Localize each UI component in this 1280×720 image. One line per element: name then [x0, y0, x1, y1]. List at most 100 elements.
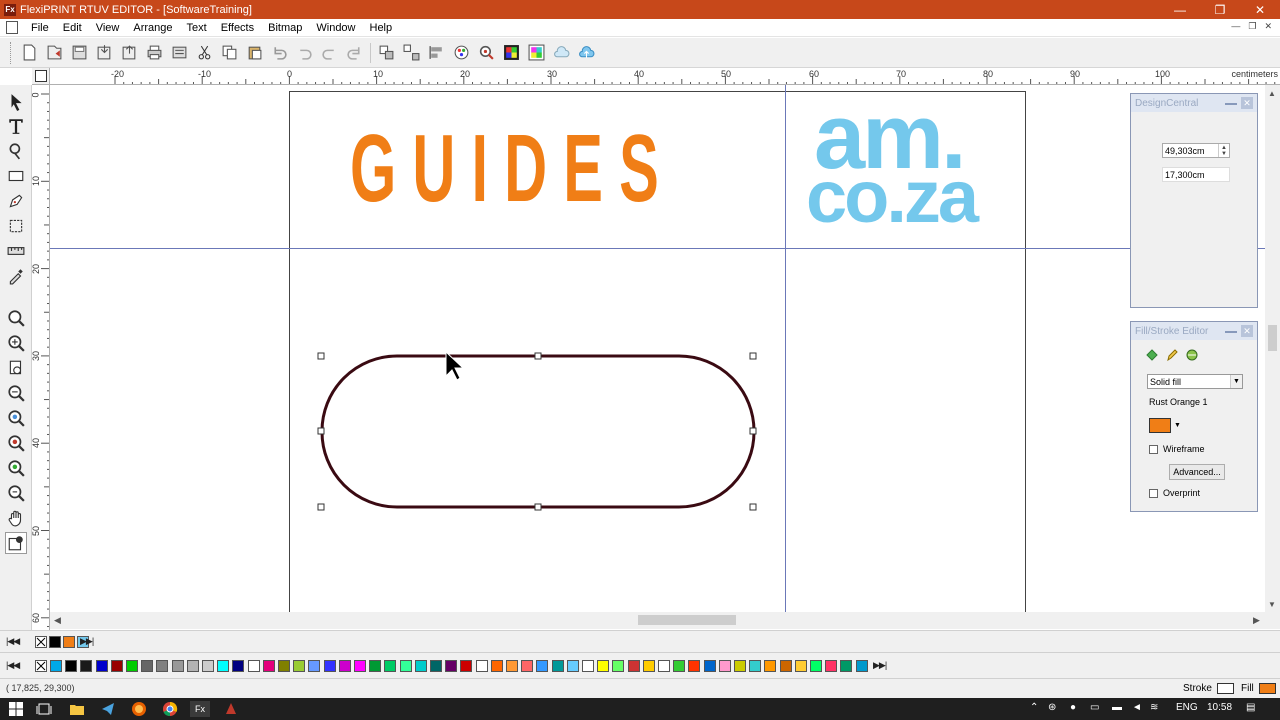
scroll-right-icon[interactable]: ▶: [1253, 615, 1260, 626]
clock[interactable]: 10:58: [1207, 702, 1232, 713]
palette-swatch[interactable]: [582, 660, 594, 672]
palette-swatch[interactable]: [506, 660, 518, 672]
recent-color-swatch[interactable]: [63, 636, 75, 648]
undo-list-icon[interactable]: [294, 42, 316, 64]
color-picker-button[interactable]: ▼: [1149, 416, 1187, 434]
import-icon[interactable]: [94, 42, 116, 64]
palette-swatch[interactable]: [430, 660, 442, 672]
menu-view[interactable]: View: [89, 22, 127, 34]
guides-logo[interactable]: GUIDES: [350, 121, 710, 217]
am-co-za-logo[interactable]: am. co.za: [806, 87, 1006, 237]
zoom-all-icon[interactable]: [5, 407, 27, 429]
recent-color-swatch[interactable]: [49, 636, 61, 648]
eyedropper-tool-icon[interactable]: [5, 265, 27, 287]
app-taskbar-icon[interactable]: [223, 701, 239, 717]
palette-swatch[interactable]: [536, 660, 549, 672]
color-wheel-icon[interactable]: [451, 42, 473, 64]
toolbar-grip[interactable]: [10, 41, 13, 64]
cloud-upload-icon[interactable]: [576, 42, 598, 64]
palette-nav-last-icon[interactable]: ▶▶|: [873, 660, 887, 671]
palette-swatch[interactable]: [171, 660, 184, 672]
height-field[interactable]: 17,300cm: [1162, 167, 1230, 182]
messenger-icon[interactable]: [100, 701, 116, 717]
crop-tool-icon[interactable]: [5, 215, 27, 237]
palette-swatch[interactable]: [65, 660, 78, 672]
palette-swatch[interactable]: [247, 660, 260, 672]
chrome-icon[interactable]: [162, 701, 178, 717]
palette-swatch[interactable]: [673, 660, 686, 672]
production-manager-icon[interactable]: [169, 42, 191, 64]
width-field[interactable]: 49,303cm ▲ ▼: [1162, 143, 1230, 158]
palette-swatch[interactable]: [718, 660, 731, 672]
no-color-swatch[interactable]: [35, 660, 47, 672]
palette-swatch[interactable]: [749, 660, 762, 672]
zoom-previous-icon[interactable]: [5, 457, 27, 479]
overprint-checkbox[interactable]: Overprint: [1149, 488, 1200, 498]
task-view-icon[interactable]: [36, 701, 52, 717]
color-separation-icon[interactable]: [501, 42, 523, 64]
palette-swatch[interactable]: [50, 660, 62, 672]
chevron-down-icon[interactable]: ▼: [1230, 375, 1242, 388]
copy-icon[interactable]: [219, 42, 241, 64]
document-icon[interactable]: [6, 21, 18, 34]
palette-swatch[interactable]: [354, 660, 366, 672]
windows-start-icon[interactable]: [8, 701, 24, 717]
vertical-scroll-thumb[interactable]: [1268, 325, 1277, 351]
zoom-selected-icon[interactable]: [5, 432, 27, 454]
palette-swatch[interactable]: [627, 660, 640, 672]
save-icon[interactable]: [69, 42, 91, 64]
scroll-up-icon[interactable]: ▲: [1268, 89, 1276, 98]
palette-nav-last-icon[interactable]: ▶▶|: [80, 636, 94, 647]
palette-swatch[interactable]: [186, 660, 199, 672]
panel-minimize-button[interactable]: [1225, 325, 1237, 333]
language-indicator[interactable]: ENG: [1176, 702, 1198, 713]
rounded-rectangle-outline[interactable]: [320, 354, 756, 509]
palette-swatch[interactable]: [825, 660, 838, 672]
advanced-button[interactable]: Advanced...: [1169, 464, 1225, 480]
network-icon[interactable]: ▭: [1090, 702, 1099, 713]
cloud-icon[interactable]: [551, 42, 573, 64]
palette-swatch[interactable]: [338, 660, 351, 672]
no-color-swatch[interactable]: [35, 636, 47, 648]
stroke-color-swatch[interactable]: [1217, 683, 1234, 694]
volume-icon[interactable]: ◄: [1132, 702, 1142, 713]
panel-close-button[interactable]: ✕: [1241, 97, 1253, 109]
palette-swatch[interactable]: [202, 660, 214, 672]
palette-swatch[interactable]: [95, 660, 108, 672]
zoom-tool-icon[interactable]: [5, 307, 27, 329]
pen-tool-icon[interactable]: [5, 190, 27, 212]
selection-handle[interactable]: [317, 352, 325, 360]
palette-swatch[interactable]: [293, 660, 306, 672]
zoom-in-icon[interactable]: [5, 332, 27, 354]
cut-icon[interactable]: [194, 42, 216, 64]
palette-swatch[interactable]: [642, 660, 655, 672]
ungroup-icon[interactable]: [401, 42, 423, 64]
zoom-custom-icon[interactable]: [5, 482, 27, 504]
selection-handle[interactable]: [534, 352, 542, 360]
mdi-minimize-button[interactable]: —: [1231, 21, 1240, 32]
flexiprint-taskbar-icon[interactable]: Fx: [190, 701, 210, 717]
tray-chevron-icon[interactable]: ⌃: [1030, 702, 1038, 713]
palette-nav-first-icon[interactable]: |◀◀: [6, 636, 20, 647]
menu-edit[interactable]: Edit: [56, 22, 89, 34]
wifi-icon[interactable]: ≋: [1150, 702, 1158, 713]
palette-swatch[interactable]: [734, 660, 746, 672]
horizontal-guide[interactable]: [50, 248, 1265, 249]
horizontal-scrollbar[interactable]: ◀ ▶: [50, 612, 1265, 629]
palette-swatch[interactable]: [794, 660, 807, 672]
palette-swatch[interactable]: [855, 660, 868, 672]
zoom-icon[interactable]: [476, 42, 498, 64]
palette-swatch[interactable]: [779, 660, 792, 672]
paste-icon[interactable]: [244, 42, 266, 64]
menu-window[interactable]: Window: [309, 22, 362, 34]
vertical-ruler[interactable]: 0 10 20 30 40 50 60: [32, 85, 50, 630]
palette-swatch[interactable]: [308, 660, 321, 672]
selection-handle[interactable]: [317, 427, 325, 435]
mdi-restore-button[interactable]: ❐: [1248, 21, 1256, 32]
battery-icon[interactable]: ▬: [1112, 702, 1122, 713]
redo-list-icon[interactable]: [344, 42, 366, 64]
palette-swatch[interactable]: [475, 660, 488, 672]
palette-swatch[interactable]: [232, 660, 245, 672]
menu-text[interactable]: Text: [180, 22, 214, 34]
palette-swatch[interactable]: [810, 660, 822, 672]
